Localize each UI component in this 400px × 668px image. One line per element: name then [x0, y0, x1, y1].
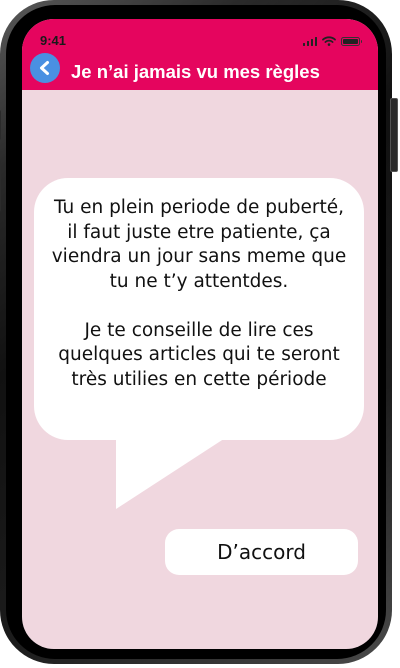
message-paragraph-1: Tu en plein periode de puberté, il faut … [34, 196, 364, 294]
mute-switch [0, 110, 1, 140]
accept-button[interactable]: D’accord [165, 529, 358, 575]
message-line: Tu en plein periode de puberté, [53, 197, 344, 218]
speech-bubble-tail [116, 431, 236, 509]
signal-icon [302, 36, 317, 46]
message-line: très utilies en cette période [71, 368, 327, 390]
volume-button [0, 160, 1, 212]
wifi-icon [322, 36, 336, 46]
chevron-left-icon [40, 61, 49, 75]
message-line: quelques articles qui te seront [58, 344, 340, 365]
header-bar: 9:41 Je n’ai jamais vu mes règles [22, 19, 378, 90]
page-title: Je n’ai jamais vu mes règles [71, 61, 320, 82]
message-text: Tu en plein periode de puberté, il faut … [34, 196, 364, 392]
message-line: Je te conseille de lire ces [84, 319, 314, 341]
message-paragraph-2: Je te conseille de lire ces quelques art… [34, 319, 364, 393]
status-icons [302, 36, 362, 46]
back-button[interactable] [30, 53, 60, 83]
status-time: 9:41 [40, 33, 67, 48]
message-line: il faut juste etre patiente, ça [67, 221, 331, 243]
power-button [390, 98, 398, 172]
message-line: viendra un jour sans meme que [51, 246, 347, 267]
battery-icon [341, 36, 362, 46]
app-screen: 9:41 Je n’ai jamais vu mes règles Tu en … [22, 19, 378, 649]
message-line: tu ne t’y attentdes. [109, 270, 289, 292]
speech-bubble: Tu en plein periode de puberté, il faut … [34, 178, 364, 440]
